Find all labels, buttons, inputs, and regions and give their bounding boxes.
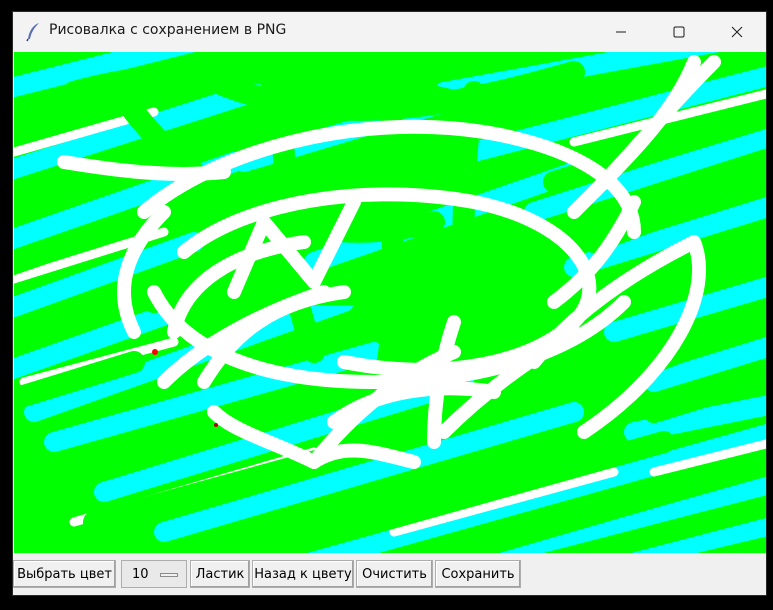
brush-size-value: 10 [132,566,149,582]
canvas-drawing [14,52,766,553]
save-button[interactable]: Сохранить [435,560,521,588]
feather-icon [25,22,43,42]
title-bar[interactable]: Рисовалка с сохранением в PNG [13,12,766,52]
window-title: Рисовалка с сохранением в PNG [49,22,287,38]
back-to-color-button[interactable]: Назад к цвету [252,560,354,588]
clear-button[interactable]: Очистить [356,560,433,588]
maximize-icon [673,23,685,42]
minimize-button[interactable] [592,12,650,52]
drawing-canvas[interactable] [14,52,766,553]
app-window: Рисовалка с сохранением в PNG Выбрать цв… [12,11,767,596]
toolbar: Выбрать цвет 10 Ластик Назад к цвету Очи… [13,557,766,593]
minimize-icon [615,23,627,42]
maximize-button[interactable] [650,12,708,52]
close-button[interactable] [708,12,766,52]
close-icon [731,23,743,42]
option-menu-indicator-icon [160,573,178,577]
eraser-button[interactable]: Ластик [190,560,250,588]
choose-color-button[interactable]: Выбрать цвет [13,560,116,588]
brush-size-select[interactable]: 10 [121,560,187,588]
